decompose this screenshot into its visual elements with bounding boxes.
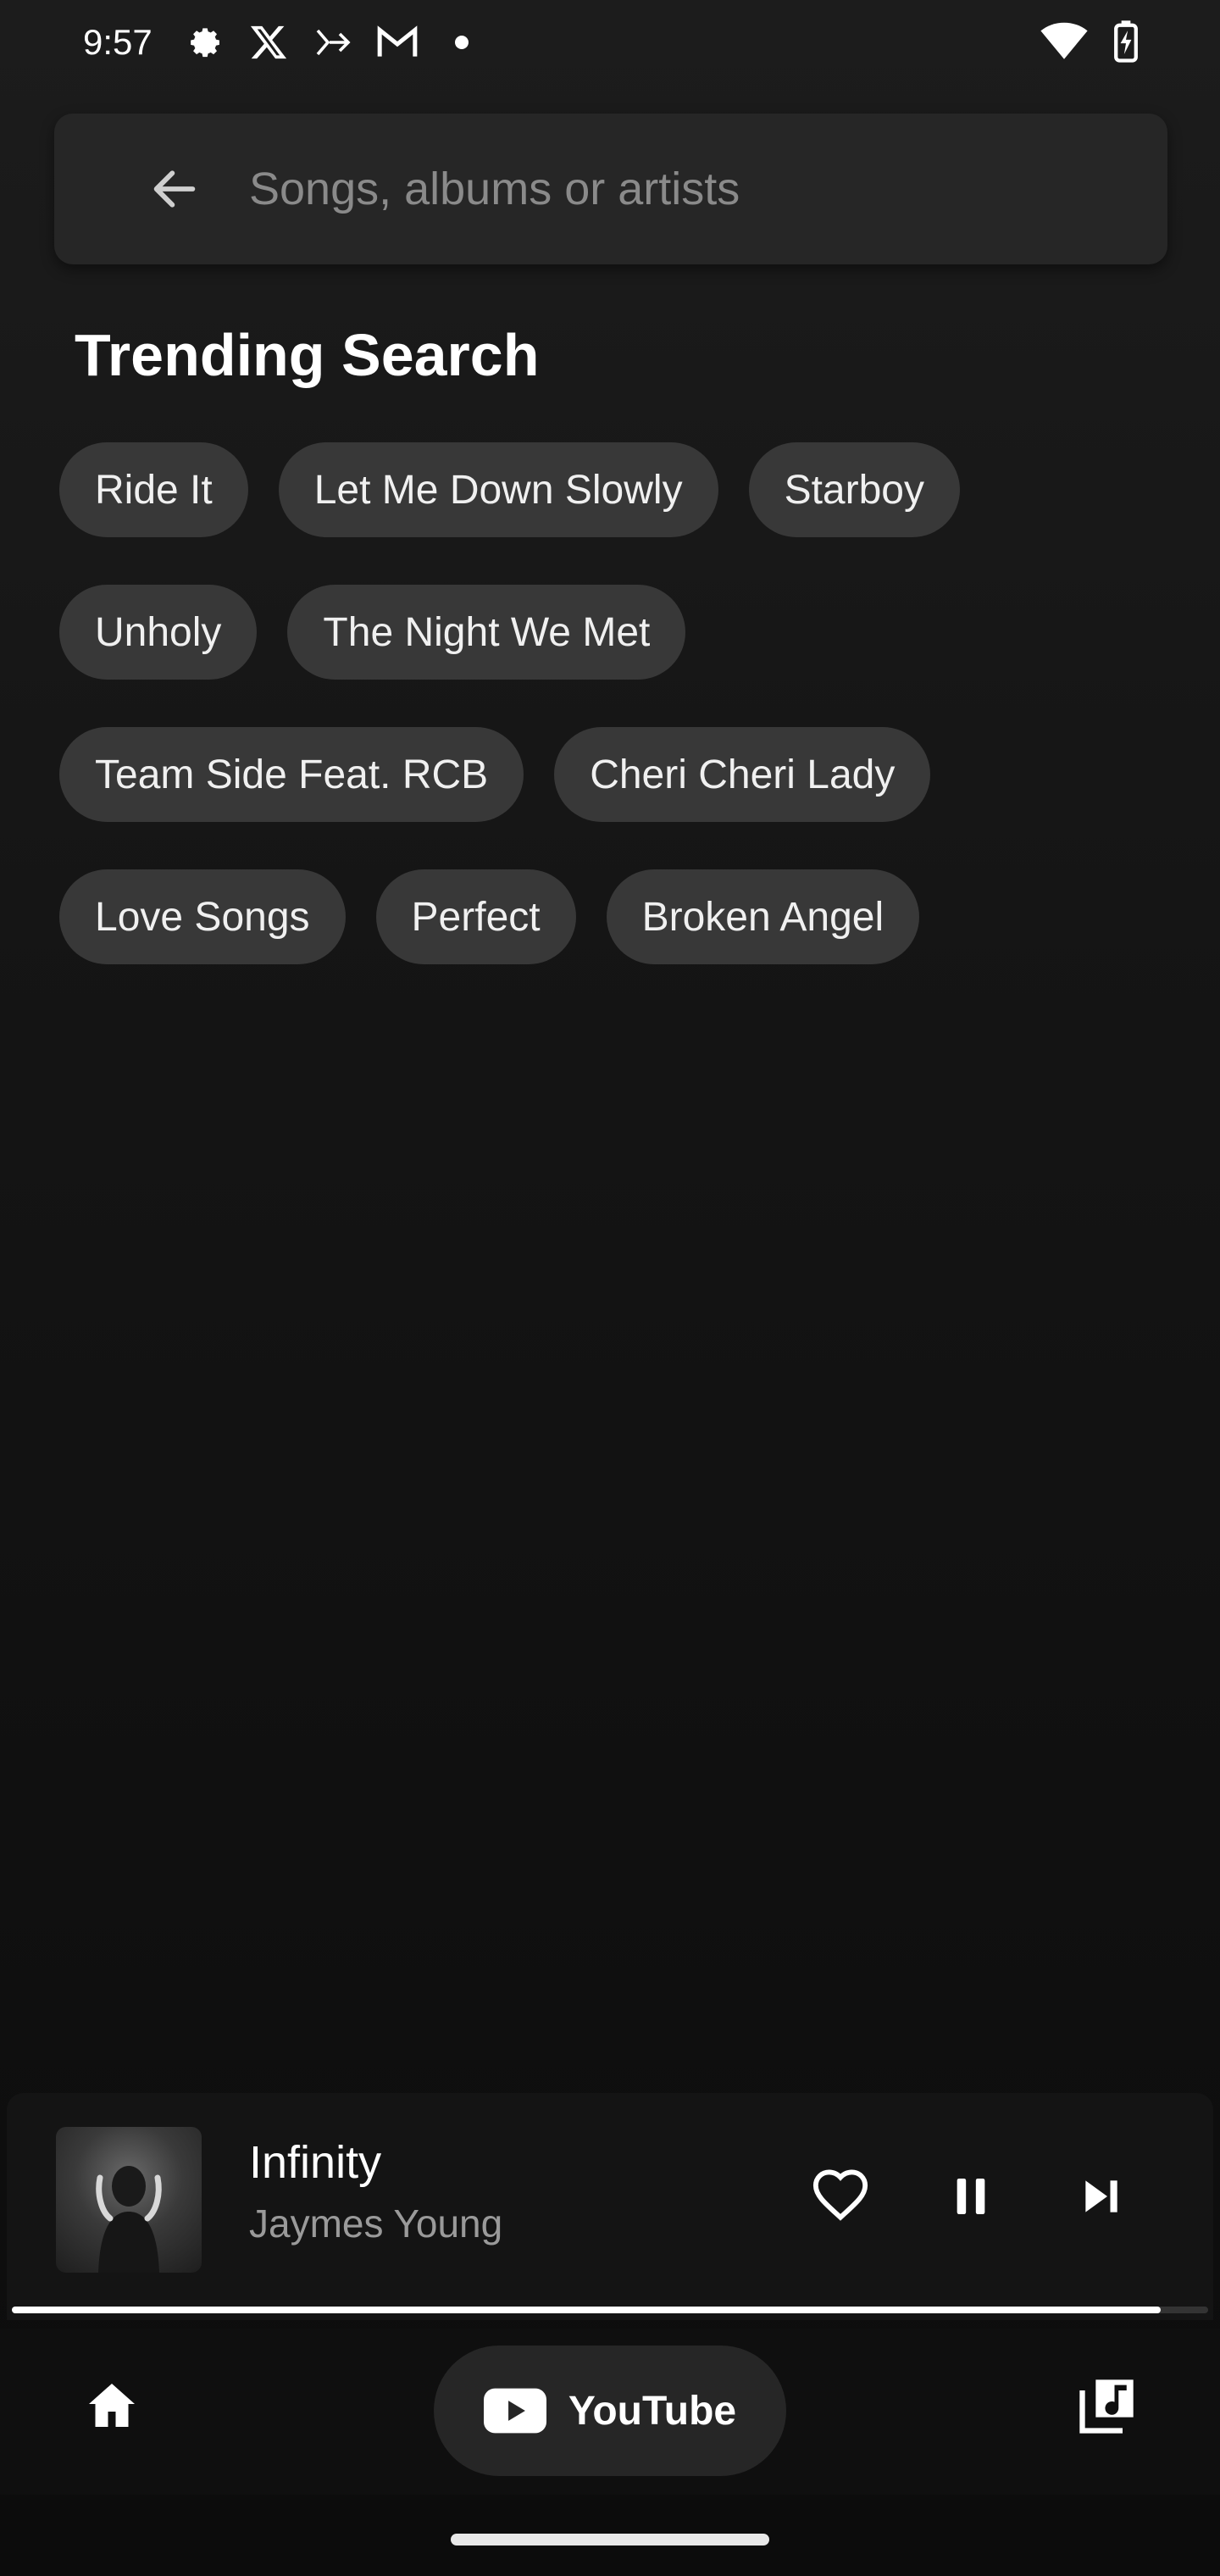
heart-icon xyxy=(812,2169,868,2221)
trending-chip[interactable]: Team Side Feat. RCB xyxy=(59,727,524,822)
chip-row: Unholy The Night We Met xyxy=(59,585,1161,680)
pause-button[interactable] xyxy=(929,2154,1013,2239)
trending-chip[interactable]: Unholy xyxy=(59,585,258,680)
bottom-nav: YouTube xyxy=(0,2329,1220,2495)
trending-chips: Ride It Let Me Down Slowly Starboy Unhol… xyxy=(59,442,1161,1012)
skip-next-button[interactable] xyxy=(1059,2154,1144,2239)
x-logo-icon xyxy=(246,19,291,66)
trending-chip[interactable]: Starboy xyxy=(748,442,960,537)
pause-icon xyxy=(957,2179,985,2214)
home-indicator[interactable] xyxy=(451,2534,769,2545)
nav-youtube-label: YouTube xyxy=(568,2388,737,2434)
youtube-icon xyxy=(483,2388,546,2434)
arrow-left-icon xyxy=(153,170,196,208)
search-bar xyxy=(54,114,1167,264)
mini-player[interactable]: Infinity Jaymes Young xyxy=(7,2093,1213,2320)
trending-chip[interactable]: Broken Angel xyxy=(606,869,920,964)
back-button[interactable] xyxy=(132,147,217,231)
skip-next-icon xyxy=(1085,2180,1117,2212)
nav-home[interactable] xyxy=(69,2364,154,2449)
chip-row: Team Side Feat. RCB Cheri Cheri Lady xyxy=(59,727,1161,822)
mail-icon xyxy=(374,19,420,66)
music-library-icon xyxy=(1079,2379,1134,2434)
nav-youtube[interactable]: YouTube xyxy=(434,2346,786,2476)
like-button[interactable] xyxy=(798,2154,883,2239)
track-title: Infinity xyxy=(249,2137,382,2188)
trending-chip[interactable]: Perfect xyxy=(375,869,576,964)
section-title: Trending Search xyxy=(75,322,540,388)
trending-chip[interactable]: The Night We Met xyxy=(287,585,686,680)
home-icon xyxy=(89,2384,135,2427)
status-bar: 9:57 xyxy=(0,0,1220,85)
forward-arrow-icon xyxy=(310,19,356,66)
album-art xyxy=(56,2127,202,2273)
notification-icons xyxy=(181,19,485,66)
trending-chip[interactable]: Let Me Down Slowly xyxy=(278,442,718,537)
status-time: 9:57 xyxy=(83,22,152,62)
wifi-icon xyxy=(1040,22,1088,65)
battery-charging-icon xyxy=(1113,19,1139,68)
nav-library[interactable] xyxy=(1064,2364,1149,2449)
settings-gear-icon xyxy=(181,19,227,66)
system-icons xyxy=(1040,19,1139,68)
trending-chip[interactable]: Love Songs xyxy=(59,869,346,964)
trending-chip[interactable]: Ride It xyxy=(59,442,248,537)
search-input[interactable] xyxy=(249,147,1167,231)
chip-row: Ride It Let Me Down Slowly Starboy xyxy=(59,442,1161,537)
dot-icon xyxy=(439,19,485,66)
progress-fill xyxy=(12,2307,1161,2313)
track-artist: Jaymes Young xyxy=(249,2201,503,2246)
progress-bar[interactable] xyxy=(12,2307,1208,2313)
chip-row: Love Songs Perfect Broken Angel xyxy=(59,869,1161,964)
trending-chip[interactable]: Cheri Cheri Lady xyxy=(554,727,931,822)
